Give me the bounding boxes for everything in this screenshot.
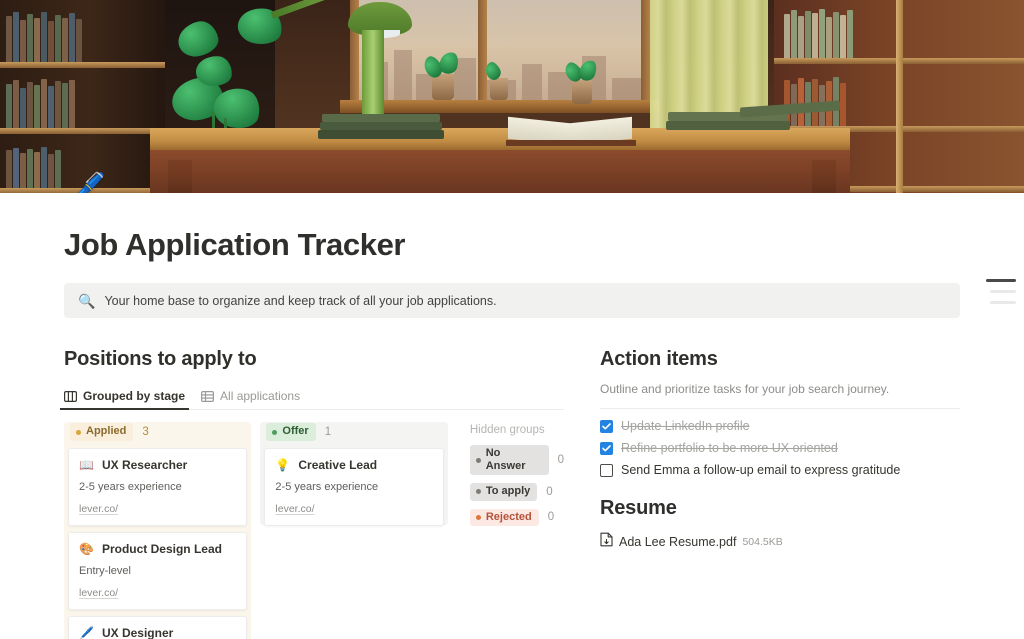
board-card[interactable]: 🖊️ UX Designer 2-5 years experience leve… <box>68 616 247 639</box>
todo-item[interactable]: Refine portfolio to be more UX oriented <box>600 441 960 455</box>
card-experience: 2-5 years experience <box>275 481 432 493</box>
book-icon: 📖 <box>79 459 94 471</box>
card-title-row: 💡 Creative Lead <box>275 458 432 472</box>
palette-icon: 🎨 <box>79 543 94 555</box>
hidden-group-row[interactable]: To apply 0 <box>470 483 564 500</box>
board-card[interactable]: 💡 Creative Lead 2-5 years experience lev… <box>264 448 443 526</box>
view-tabs: Grouped by stage All applications <box>64 384 564 410</box>
status-badge-to-apply[interactable]: To apply <box>470 483 537 500</box>
lightbulb-icon: 💡 <box>275 459 290 471</box>
todo-label: Update LinkedIn profile <box>621 419 750 433</box>
board-card[interactable]: 📖 UX Researcher 2-5 years experience lev… <box>68 448 247 526</box>
hidden-groups-panel: Hidden groups No Answer 0 To apply <box>470 422 564 639</box>
resume-file-size: 504.5KB <box>742 536 782 548</box>
status-dot-icon <box>476 458 481 463</box>
board-card[interactable]: 🎨 Product Design Lead Entry-level lever.… <box>68 532 247 610</box>
page-title: Job Application Tracker <box>64 227 960 263</box>
desk-surface <box>150 128 850 150</box>
status-badge-rejected-label: Rejected <box>486 511 532 524</box>
checkbox-checked[interactable] <box>600 420 613 433</box>
potted-plant-sill-2 <box>490 78 508 100</box>
potted-plant-sill-3 <box>572 80 592 104</box>
card-link[interactable]: lever.co/ <box>79 503 236 515</box>
card-link[interactable]: lever.co/ <box>275 503 432 515</box>
card-link[interactable]: lever.co/ <box>79 587 236 599</box>
todo-label: Send Emma a follow-up email to express g… <box>621 463 900 477</box>
resume-heading: Resume <box>600 497 960 520</box>
desk-front <box>150 150 850 193</box>
file-pdf-icon <box>600 532 613 552</box>
tab-grouped-by-stage-label: Grouped by stage <box>83 389 185 403</box>
resume-file-row[interactable]: Ada Lee Resume.pdf 504.5KB <box>600 532 960 552</box>
status-badge-no-answer[interactable]: No Answer <box>470 445 549 475</box>
pen-icon: 🖊️ <box>79 627 94 639</box>
table-of-contents-indicator[interactable] <box>982 279 1016 304</box>
card-experience: 2-5 years experience <box>79 481 236 493</box>
toc-line-dim-2[interactable] <box>990 301 1016 304</box>
board-icon <box>64 391 77 402</box>
action-items-caption: Outline and prioritize tasks for your jo… <box>600 382 960 396</box>
status-badge-applied-label: Applied <box>86 425 126 438</box>
hidden-group-count: 0 <box>548 511 554 523</box>
card-title: Creative Lead <box>298 458 377 472</box>
status-dot-icon <box>476 489 481 494</box>
status-badge-offer[interactable]: Offer <box>266 423 315 440</box>
positions-heading: Positions to apply to <box>64 348 564 371</box>
book-stack-left <box>322 114 440 122</box>
resume-file-name: Ada Lee Resume.pdf <box>619 535 736 549</box>
status-dot-icon <box>272 430 277 435</box>
todo-label: Refine portfolio to be more UX oriented <box>621 441 838 455</box>
hidden-group-row[interactable]: Rejected 0 <box>470 509 564 526</box>
bookshelf-left <box>0 0 165 193</box>
tab-all-applications-label: All applications <box>220 389 300 403</box>
divider <box>600 408 960 409</box>
todo-item[interactable]: Send Emma a follow-up email to express g… <box>600 463 960 477</box>
hidden-groups-label: Hidden groups <box>470 424 564 436</box>
toc-line-active[interactable] <box>986 279 1016 282</box>
hidden-group-count: 0 <box>558 454 564 466</box>
checkbox-checked[interactable] <box>600 442 613 455</box>
card-title: UX Researcher <box>102 458 187 472</box>
page-emoji-icon[interactable]: 🖊️ <box>64 174 106 193</box>
card-title: UX Designer <box>102 626 173 639</box>
hidden-group-count: 0 <box>546 486 552 498</box>
board-column-offer: Offer 1 💡 Creative Lead 2-5 years experi… <box>260 422 447 639</box>
status-badge-to-apply-label: To apply <box>486 485 530 498</box>
page-content: Job Application Tracker 🔍 Your home base… <box>0 227 1024 639</box>
board-column-applied: Applied 3 📖 UX Researcher 2-5 years expe… <box>64 422 251 639</box>
status-badge-rejected[interactable]: Rejected <box>470 509 539 526</box>
status-dot-icon <box>76 430 81 435</box>
checkbox-unchecked[interactable] <box>600 464 613 477</box>
card-title-row: 🖊️ UX Designer <box>79 626 236 639</box>
board-column-applied-count: 3 <box>142 426 148 438</box>
table-icon <box>201 391 214 402</box>
search-icon: 🔍 <box>78 294 95 308</box>
card-title-row: 📖 UX Researcher <box>79 458 236 472</box>
action-items-heading: Action items <box>600 348 960 371</box>
todo-item[interactable]: Update LinkedIn profile <box>600 419 960 433</box>
status-dot-icon <box>476 515 481 520</box>
status-badge-no-answer-label: No Answer <box>486 447 542 473</box>
window-sill <box>340 100 660 113</box>
tab-all-applications[interactable]: All applications <box>201 389 300 409</box>
hidden-group-row[interactable]: No Answer 0 <box>470 445 564 475</box>
page-cover-image[interactable]: 🖊️ <box>0 0 1024 193</box>
status-badge-offer-label: Offer <box>282 425 308 438</box>
cover-illustration <box>0 0 1024 193</box>
card-title-row: 🎨 Product Design Lead <box>79 542 236 556</box>
board-column-applied-header[interactable]: Applied 3 <box>64 422 251 442</box>
board-column-offer-count: 1 <box>325 426 331 438</box>
page-description-text: Your home base to organize and keep trac… <box>104 294 496 308</box>
toc-line-dim-1[interactable] <box>990 290 1016 293</box>
tab-grouped-by-stage[interactable]: Grouped by stage <box>64 389 185 409</box>
page-description-callout: 🔍 Your home base to organize and keep tr… <box>64 283 960 318</box>
content-columns: Positions to apply to Grouped by stage <box>64 348 960 639</box>
card-title: Product Design Lead <box>102 542 222 556</box>
board-column-offer-header[interactable]: Offer 1 <box>260 422 447 442</box>
action-items-column: Action items Outline and prioritize task… <box>600 348 960 639</box>
kanban-board: Applied 3 📖 UX Researcher 2-5 years expe… <box>64 422 564 639</box>
status-badge-applied[interactable]: Applied <box>70 423 133 440</box>
card-experience: Entry-level <box>79 565 236 577</box>
positions-column: Positions to apply to Grouped by stage <box>64 348 564 639</box>
